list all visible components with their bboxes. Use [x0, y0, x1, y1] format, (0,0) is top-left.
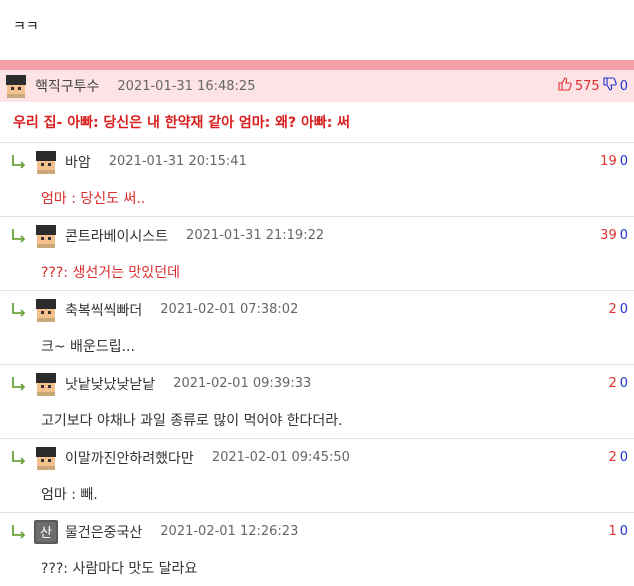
reply-arrow-icon [10, 153, 28, 171]
comment-author[interactable]: 콘트라베이시스트 [65, 226, 168, 246]
user-avatar[interactable] [34, 149, 58, 174]
comment-date: 2021-02-01 09:39:33 [173, 376, 312, 391]
reply-text: ???: 사람마다 맛도 달라요 [41, 561, 198, 577]
upvote-count[interactable]: 2 [608, 302, 616, 317]
reply-comment: 이말까진안하려했다만 2021-02-01 09:45:50 20 엄마 : 빼… [0, 438, 634, 512]
comment-date: 2021-01-31 20:15:41 [108, 154, 247, 169]
user-avatar[interactable] [34, 297, 58, 322]
reply-header: 축복씩씩빠더 2021-02-01 07:38:02 20 [0, 291, 634, 328]
downvote-count[interactable]: 0 [620, 376, 628, 391]
downvote-count[interactable]: 0 [620, 302, 628, 317]
post-content: ㅋㅋ [13, 19, 39, 35]
reply-comment: 콘트라베이시스트 2021-01-31 21:19:22 39 0 ???: 생선… [0, 216, 634, 290]
reply-text: 엄마 : 당신도 써.. [41, 191, 146, 207]
reply-comment: 산 물건은중국산 2021-02-01 12:26:23 10 ???: 사람마… [0, 512, 634, 586]
downvote-count[interactable]: 0 [620, 524, 628, 539]
reply-header: 바암 2021-01-31 20:15:41 19 0 [0, 143, 634, 180]
reply-comment: 낫낱낮났낮낟낱 2021-02-01 09:39:33 20 고기보다 야채나 … [0, 364, 634, 438]
comment-date: 2021-02-01 07:38:02 [160, 302, 299, 317]
reply-arrow-icon [10, 523, 28, 541]
comment-date: 2021-01-31 16:48:25 [117, 78, 256, 94]
vote-box: 10 [608, 524, 628, 539]
reply-list: 바암 2021-01-31 20:15:41 19 0 엄마 : 당신도 써.. … [0, 142, 634, 586]
reply-text: 엄마 : 빼. [41, 487, 98, 503]
thumbs-down-icon[interactable] [603, 77, 617, 95]
comment-author[interactable]: 물건은중국산 [65, 522, 142, 542]
downvote-count[interactable]: 0 [620, 228, 628, 243]
reply-text: 고기보다 야채나 과일 종류로 많이 먹어야 한다더라. [41, 413, 343, 429]
user-avatar[interactable] [4, 74, 28, 98]
avatar-letter: 산 [40, 526, 52, 541]
reply-comment: 축복씩씩빠더 2021-02-01 07:38:02 20 크~ 배운드립... [0, 290, 634, 364]
comment-date: 2021-01-31 21:19:22 [186, 228, 325, 243]
upvote-count[interactable]: 39 [600, 228, 617, 243]
reply-arrow-icon [10, 227, 28, 245]
vote-box: 20 [608, 302, 628, 317]
downvote-count[interactable]: 0 [620, 450, 628, 465]
reply-header: 이말까진안하려했다만 2021-02-01 09:45:50 20 [0, 439, 634, 476]
upvote-count[interactable]: 1 [608, 524, 616, 539]
downvote-count: 0 [619, 78, 628, 94]
best-comment-divider [0, 60, 634, 70]
vote-box: 39 0 [600, 228, 628, 243]
best-comment-header: 핵직구투수 2021-01-31 16:48:25 575 0 [0, 70, 634, 102]
user-avatar[interactable] [34, 223, 58, 248]
vote-box: 20 [608, 450, 628, 465]
comment-author[interactable]: 이말까진안하려했다만 [65, 448, 194, 468]
upvote-count[interactable]: 19 [600, 154, 617, 169]
comment-author[interactable]: 낫낱낮났낮낟낱 [65, 374, 155, 394]
reply-arrow-icon [10, 375, 28, 393]
comment-author[interactable]: 축복씩씩빠더 [65, 300, 142, 320]
reply-header: 콘트라베이시스트 2021-01-31 21:19:22 39 0 [0, 217, 634, 254]
upvote-count[interactable]: 2 [608, 450, 616, 465]
reply-arrow-icon [10, 449, 28, 467]
comment-date: 2021-02-01 09:45:50 [211, 450, 350, 465]
reply-text: 크~ 배운드립... [41, 339, 135, 355]
reply-arrow-icon [10, 301, 28, 319]
comment-author[interactable]: 핵직구투수 [35, 76, 99, 96]
vote-box: 575 0 [558, 77, 628, 95]
reply-comment: 바암 2021-01-31 20:15:41 19 0 엄마 : 당신도 써.. [0, 142, 634, 216]
upvote-count[interactable]: 2 [608, 376, 616, 391]
best-comment: 핵직구투수 2021-01-31 16:48:25 575 0 우리 집- 아빠… [0, 70, 634, 142]
comment-date: 2021-02-01 12:26:23 [160, 524, 299, 539]
best-comment-text: 우리 집- 아빠: 당신은 내 한약재 같아 엄마: 왜? 아빠: 써 [13, 115, 351, 131]
reply-header: 산 물건은중국산 2021-02-01 12:26:23 10 [0, 513, 634, 550]
comment-author[interactable]: 바암 [65, 152, 91, 172]
user-avatar[interactable] [34, 445, 58, 470]
thumbs-up-icon[interactable] [558, 77, 572, 95]
vote-box: 20 [608, 376, 628, 391]
user-avatar[interactable] [34, 371, 58, 396]
reply-text: ???: 생선거는 맛있던데 [41, 265, 180, 281]
user-avatar[interactable]: 산 [34, 519, 58, 544]
upvote-count: 575 [574, 78, 600, 94]
downvote-count[interactable]: 0 [620, 154, 628, 169]
reply-header: 낫낱낮났낮낟낱 2021-02-01 09:39:33 20 [0, 365, 634, 402]
vote-box: 19 0 [600, 154, 628, 169]
